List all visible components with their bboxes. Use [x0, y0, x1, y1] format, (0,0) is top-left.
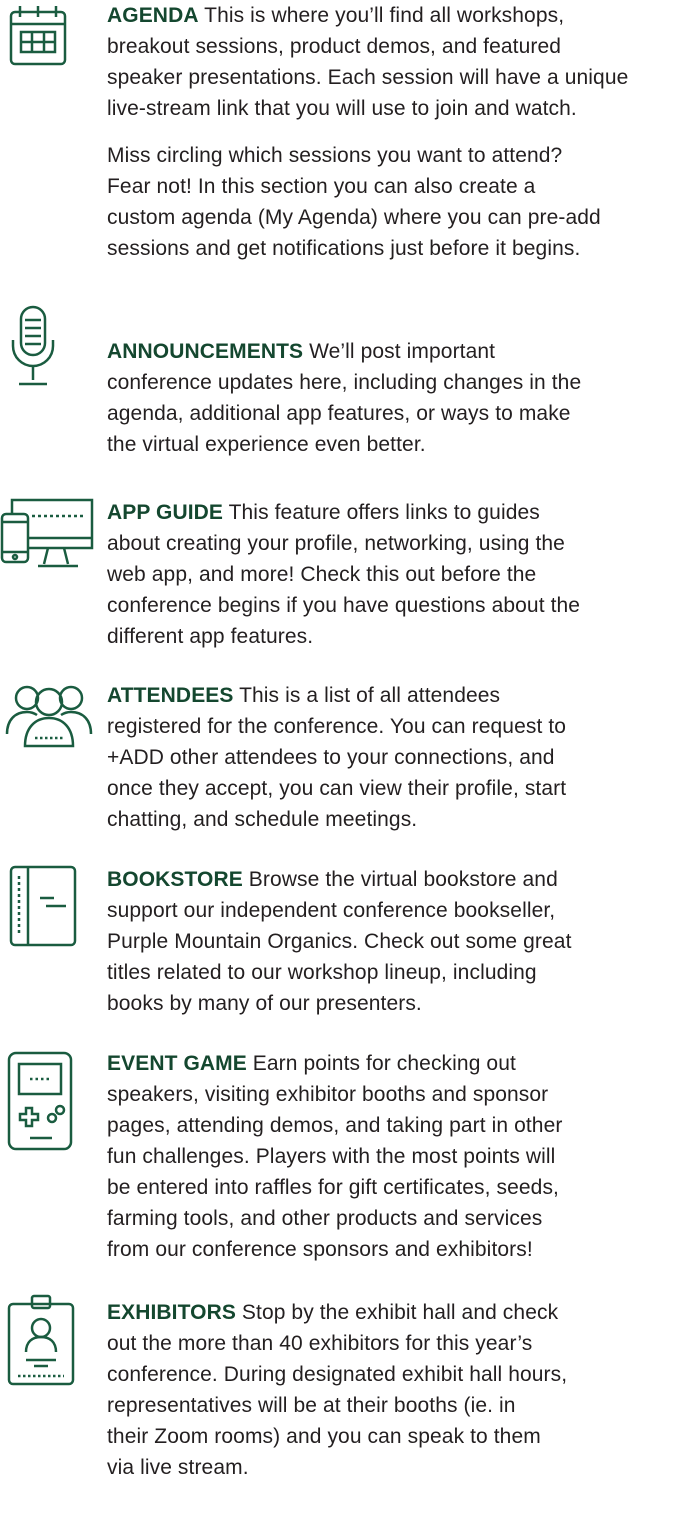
game-console-icon: [6, 1050, 76, 1154]
section-exhibitors: EXHIBITORS Stop by the exhibit hall and …: [107, 1301, 568, 1479]
section-heading: AGENDA: [107, 4, 199, 27]
microphone-icon: [5, 304, 61, 394]
devices-icon: [0, 496, 96, 572]
badge-icon: [6, 1294, 76, 1388]
section-heading: BOOKSTORE: [107, 868, 243, 891]
section-announcements: ANNOUNCEMENTS We’ll post important confe…: [107, 340, 582, 456]
section-heading: EVENT GAME: [107, 1052, 247, 1075]
section-heading: APP GUIDE: [107, 501, 224, 524]
section-event-game: EVENT GAME Earn points for checking out …: [107, 1052, 563, 1261]
section-agenda: AGENDA This is where you’ll find all wor…: [107, 4, 629, 120]
people-icon: [3, 676, 95, 748]
section-heading: ANNOUNCEMENTS: [107, 340, 304, 363]
section-bookstore: BOOKSTORE Browse the virtual bookstore a…: [107, 868, 572, 1015]
section-attendees: ATTENDEES This is a list of all attendee…: [107, 684, 567, 831]
calendar-icon: [8, 2, 68, 68]
section-agenda-paragraph-2: Miss circling which sessions you want to…: [107, 144, 601, 260]
section-heading: ATTENDEES: [107, 684, 234, 707]
section-app-guide: APP GUIDE This feature offers links to g…: [107, 501, 581, 648]
section-heading: EXHIBITORS: [107, 1301, 236, 1324]
book-icon: [8, 864, 80, 950]
